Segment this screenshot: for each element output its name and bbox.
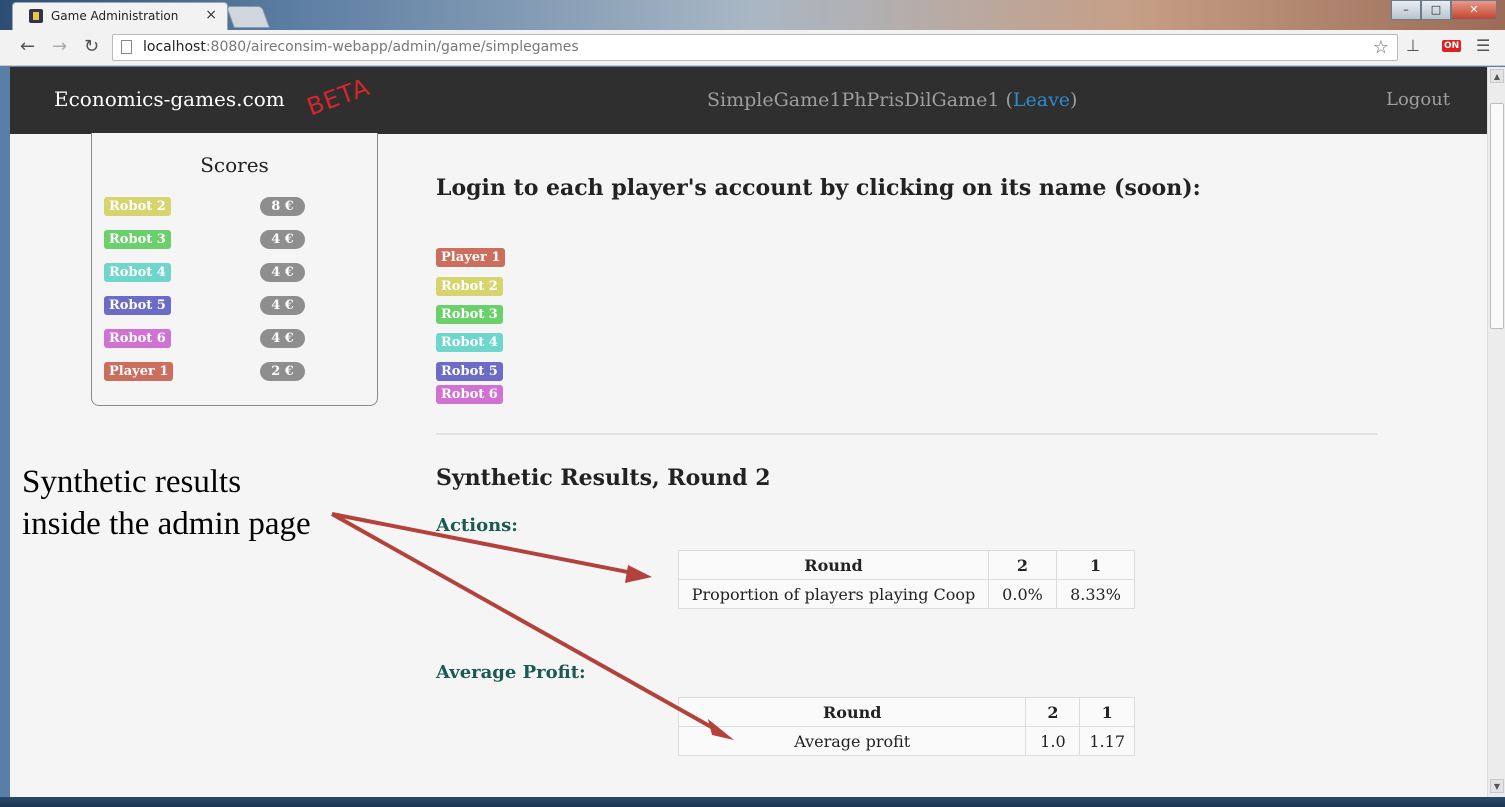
player-login-link[interactable]: Robot 4 (436, 333, 503, 352)
table-header: 1 (1056, 550, 1135, 580)
extension-icon[interactable]: ⊥ (1406, 36, 1420, 55)
player-login-link[interactable]: Robot 3 (436, 305, 503, 324)
annotation-text: Synthetic results inside the admin page (22, 461, 311, 545)
vertical-scrollbar[interactable]: ▲ ▼ (1487, 67, 1505, 797)
score-player-tag: Robot 4 (104, 263, 171, 282)
new-tab-button[interactable] (225, 6, 271, 28)
score-player-tag: Robot 5 (104, 296, 171, 315)
forward-icon[interactable]: → (52, 36, 67, 57)
annotation-line-1: Synthetic results (22, 464, 242, 500)
table-header: 2 (1025, 697, 1081, 727)
score-value: 2 € (260, 362, 305, 381)
profit-table: Round 2 1 Average profit 1.0 1.17 (677, 697, 1135, 756)
window-titlebar: Game Administration × – □ ✕ (0, 0, 1505, 30)
back-icon[interactable]: ← (20, 36, 35, 57)
table-cell: Average profit (677, 726, 1027, 756)
average-profit-heading: Average Profit: (436, 662, 586, 683)
score-row: Player 1 2 € (104, 362, 364, 382)
table-header: 2 (988, 550, 1057, 580)
player-login-link[interactable]: Robot 5 (436, 362, 503, 381)
minimize-button[interactable]: – (1391, 0, 1421, 20)
menu-icon[interactable]: ☰ (1476, 36, 1490, 55)
score-player-tag: Robot 3 (104, 230, 171, 249)
player-login-link[interactable]: Robot 6 (436, 385, 503, 404)
player-login-link[interactable]: Player 1 (436, 248, 506, 267)
score-value: 4 € (260, 329, 305, 348)
actions-table: Round 2 1 Proportion of players playing … (678, 550, 1135, 609)
scroll-up-icon[interactable]: ▲ (1490, 69, 1504, 83)
logout-link[interactable]: Logout (1386, 89, 1450, 110)
actions-heading: Actions: (436, 515, 518, 536)
score-value: 4 € (260, 230, 305, 249)
section-divider (436, 433, 1378, 435)
address-bar[interactable]: localhost:8080/aireconsim-webapp/admin/g… (112, 34, 1398, 61)
bookmark-star-icon[interactable]: ☆ (1373, 35, 1389, 60)
table-row: Average profit 1.0 1.17 (677, 726, 1135, 756)
paren-open: ( (1005, 89, 1013, 111)
scroll-thumb[interactable] (1490, 103, 1504, 329)
score-row: Robot 5 4 € (104, 296, 364, 316)
table-header: Round (678, 550, 989, 580)
table-header: 1 (1079, 697, 1135, 727)
score-value: 4 € (260, 263, 305, 282)
table-cell: 0.0% (988, 579, 1057, 609)
site-navbar: Economics-games.com BETA SimpleGame1PhPr… (10, 67, 1487, 134)
login-heading: Login to each player's account by clicki… (436, 175, 1201, 201)
browser-toolbar: ← → ↻ localhost:8080/aireconsim-webapp/a… (0, 30, 1505, 66)
table-header-row: Round 2 1 (678, 550, 1135, 580)
player-login-link[interactable]: Robot 2 (436, 277, 503, 296)
leave-link[interactable]: Leave (1013, 89, 1070, 111)
table-cell: 1.0 (1025, 726, 1081, 756)
table-header-row: Round 2 1 (677, 697, 1135, 727)
table-header: Round (677, 697, 1027, 727)
window-controls: – □ ✕ (1391, 0, 1497, 20)
os-taskbar (0, 797, 1505, 807)
beta-badge: BETA (303, 72, 374, 122)
url-host: localhost (143, 39, 206, 55)
score-player-tag: Player 1 (104, 362, 174, 381)
score-row: Robot 4 4 € (104, 263, 364, 283)
score-value: 8 € (260, 197, 305, 216)
url-path: :8080/aireconsim-webapp/admin/game/simpl… (205, 39, 579, 55)
scores-panel: Scores Robot 2 8 € Robot 3 4 € Robot 4 4… (91, 133, 378, 406)
score-row: Robot 6 4 € (104, 329, 364, 349)
score-row: Robot 2 8 € (104, 197, 364, 217)
tab-title: Game Administration (51, 9, 179, 23)
table-cell: 1.17 (1079, 726, 1135, 756)
score-player-tag: Robot 6 (104, 329, 171, 348)
score-player-tag: Robot 2 (104, 197, 171, 216)
close-window-button[interactable]: ✕ (1451, 0, 1497, 20)
annotation-line-2: inside the admin page (22, 506, 311, 542)
table-cell: 8.33% (1056, 579, 1135, 609)
game-name: SimpleGame1PhPrisDilGame1 (707, 89, 1000, 111)
synthetic-results-heading: Synthetic Results, Round 2 (436, 465, 771, 491)
table-cell: Proportion of players playing Coop (678, 579, 989, 609)
tab-close-button[interactable]: × (205, 7, 217, 23)
brand-link[interactable]: Economics-games.com (54, 87, 285, 111)
maximize-button[interactable]: □ (1421, 0, 1451, 20)
table-row: Proportion of players playing Coop 0.0% … (678, 579, 1135, 609)
scores-title: Scores (200, 153, 269, 177)
favicon-icon (29, 9, 43, 23)
page-icon (121, 40, 132, 54)
browser-tab[interactable]: Game Administration × (12, 2, 228, 30)
paren-close: ) (1070, 89, 1078, 111)
score-value: 4 € (260, 296, 305, 315)
scroll-down-icon[interactable]: ▼ (1490, 779, 1504, 793)
extension-on-badge[interactable]: ON (1442, 40, 1462, 52)
game-title: SimpleGame1PhPrisDilGame1 (Leave) (707, 89, 1077, 111)
page-viewport: Economics-games.com BETA SimpleGame1PhPr… (10, 67, 1487, 797)
score-row: Robot 3 4 € (104, 230, 364, 250)
reload-icon[interactable]: ↻ (84, 36, 99, 57)
